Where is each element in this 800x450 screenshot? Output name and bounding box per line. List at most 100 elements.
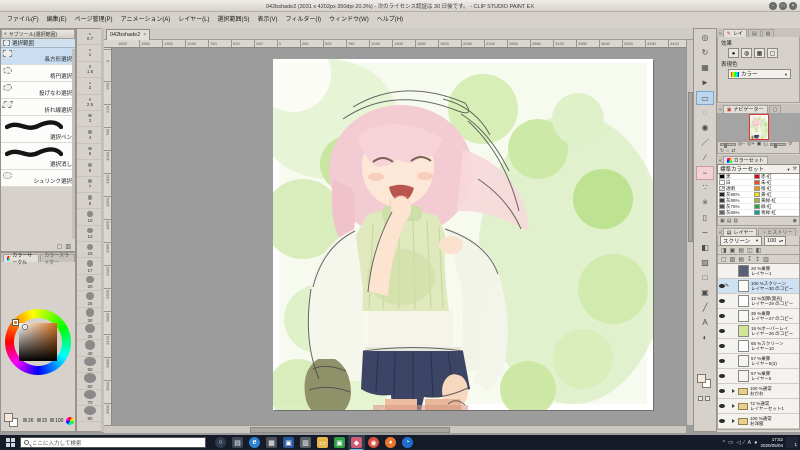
- tool-strip-icon[interactable]: ▯: [696, 211, 714, 225]
- fit-to-screen-icon[interactable]: ▣: [757, 142, 762, 147]
- collapse-icon[interactable]: «: [4, 31, 7, 37]
- layer-thumbnail[interactable]: [738, 265, 749, 277]
- new-folder-icon[interactable]: ▤: [738, 256, 744, 263]
- layer-thumbnail[interactable]: [738, 370, 749, 382]
- tab-navigator[interactable]: ▣ ナビゲーター: [722, 105, 768, 113]
- tray-icon[interactable]: ^: [723, 440, 726, 446]
- tool-strip-icon[interactable]: ∕: [696, 151, 714, 165]
- color-set-dropdown[interactable]: 標準カラーセット ▼ ⚒: [717, 164, 800, 174]
- maximize-button[interactable]: □: [779, 2, 787, 10]
- menu-item[interactable]: フィルター(I): [281, 13, 325, 24]
- blend-mode-dropdown[interactable]: スクリーン ▼: [720, 235, 762, 246]
- effect-icon[interactable]: ●: [728, 48, 739, 58]
- tool-strip-icon[interactable]: ▣: [696, 286, 714, 300]
- taskbar-app-icon[interactable]: ▭: [314, 435, 331, 450]
- layer-thumbnail[interactable]: [738, 295, 749, 307]
- folder-expand-icon[interactable]: [732, 389, 735, 393]
- brush-size-item[interactable]: 17: [77, 258, 103, 275]
- tool-strip-icon[interactable]: ╱: [696, 301, 714, 315]
- rotate-left-icon[interactable]: ↺: [788, 142, 792, 147]
- canvas-hscroll-thumb[interactable]: [250, 427, 450, 433]
- taskbar-app-icon[interactable]: ◕: [382, 435, 399, 450]
- brush-size-item[interactable]: 3: [77, 111, 103, 128]
- layer-thumbnail[interactable]: [738, 325, 749, 337]
- notification-icon[interactable]: 1: [786, 437, 798, 448]
- brush-size-item[interactable]: 60: [77, 373, 103, 390]
- brush-size-item[interactable]: 5: [77, 144, 103, 161]
- zoom-slider[interactable]: [720, 143, 736, 148]
- taskbar-app-icon[interactable]: ◆: [348, 435, 365, 450]
- canvas-vscrollbar[interactable]: [686, 40, 693, 425]
- tray-icon[interactable]: ∕: [744, 440, 745, 446]
- tray-icon[interactable]: ◁: [736, 440, 740, 446]
- layer-name[interactable]: レイヤー1: [751, 271, 771, 277]
- wrench-icon[interactable]: ⚒: [793, 166, 797, 172]
- minimize-button[interactable]: −: [769, 2, 777, 10]
- tab-color-slider[interactable]: カラースライダー: [40, 253, 75, 266]
- brush-size-item[interactable]: 8: [77, 193, 103, 210]
- foreground-color-swatch[interactable]: [4, 413, 13, 422]
- taskbar-clock[interactable]: 17:52 2020/05/04: [760, 437, 783, 448]
- layer-thumbnail[interactable]: [738, 340, 749, 352]
- add-color-icon[interactable]: ▣: [720, 218, 725, 224]
- delete-layer-icon[interactable]: ▥: [763, 256, 769, 263]
- mask-icon[interactable]: ◧: [756, 247, 762, 254]
- layer-thumbnail[interactable]: [738, 280, 749, 292]
- folder-expand-icon[interactable]: [732, 419, 735, 423]
- layer-visibility-eye-icon[interactable]: [719, 404, 725, 408]
- trash-icon[interactable]: ▥: [65, 243, 71, 250]
- brush-size-item[interactable]: 12: [77, 226, 103, 243]
- hue-marker[interactable]: [13, 320, 18, 325]
- rotate-slider[interactable]: [770, 143, 787, 148]
- effect-icon[interactable]: ▦: [754, 48, 765, 58]
- taskbar-app-icon[interactable]: ▥: [297, 435, 314, 450]
- brush-size-item[interactable]: 6: [77, 160, 103, 177]
- close-button[interactable]: ×: [789, 2, 797, 10]
- layer-name[interactable]: レイヤー26 のコピー: [751, 331, 793, 337]
- document-tab-close-icon[interactable]: ×: [143, 32, 146, 38]
- subtool-item[interactable]: 投げなわ選択: [1, 82, 75, 99]
- layer-row[interactable]: ✎ 100 %通常 お洋服: [718, 414, 799, 429]
- replace-color-icon[interactable]: ▤: [727, 218, 732, 224]
- menu-item[interactable]: 編集(E): [43, 13, 71, 24]
- layer-row[interactable]: ✎ 15 %オーバーレイ レイヤー26 のコピー: [718, 324, 799, 339]
- subtool-item[interactable]: 折れ線選択: [1, 99, 75, 116]
- actual-size-icon[interactable]: ◱: [763, 142, 768, 147]
- menu-item[interactable]: ページ管理(P): [71, 13, 117, 24]
- tool-strip-icon[interactable]: ◌: [696, 106, 714, 120]
- brush-size-item[interactable]: 80: [77, 405, 103, 423]
- effect-icon[interactable]: ▢: [767, 48, 778, 58]
- layer-name[interactable]: レイヤー5: [751, 376, 771, 382]
- canvas-paper[interactable]: [254, 48, 669, 420]
- navigator-thumbnail[interactable]: [748, 114, 769, 140]
- brush-size-item[interactable]: 2.5: [77, 95, 103, 111]
- tool-strip-icon[interactable]: ▭: [696, 91, 714, 105]
- layer-row[interactable]: ✎ 57 %乗算 レイヤー5(3): [718, 354, 799, 369]
- layer-name[interactable]: レイヤーセット1: [750, 406, 784, 412]
- tool-strip-icon[interactable]: ►: [696, 76, 714, 90]
- layer-visibility-eye-icon[interactable]: [719, 344, 725, 348]
- tool-strip-icon[interactable]: ▦: [696, 61, 714, 75]
- folder-expand-icon[interactable]: [732, 404, 735, 408]
- layer-name[interactable]: レイヤー30 のコピー: [751, 286, 793, 292]
- menu-item[interactable]: ファイル(F): [3, 13, 43, 24]
- tool-strip-icon[interactable]: ✳: [696, 196, 714, 210]
- tab-layer-property[interactable]: ✎ レイ: [722, 29, 747, 37]
- brush-size-item[interactable]: 4: [77, 127, 103, 144]
- brush-size-item[interactable]: 40: [77, 340, 103, 357]
- tray-icon[interactable]: A: [747, 440, 751, 446]
- layer-name[interactable]: お洋服: [750, 421, 772, 427]
- subtool-item[interactable]: 選択消し: [1, 143, 75, 170]
- layer-row[interactable]: ✎ 100 %スクリーン レイヤー30 のコピー: [718, 279, 799, 294]
- tool-strip-icon[interactable]: ∵: [696, 181, 714, 195]
- rotate-right-icon[interactable]: ↻: [720, 149, 724, 154]
- subtool-group-header[interactable]: 選択範囲: [1, 39, 75, 48]
- canvas-viewport[interactable]: [112, 48, 686, 425]
- layer-row[interactable]: ✎ 57 %乗算 レイヤー5: [718, 369, 799, 384]
- tab-extra-2[interactable]: ▧: [761, 29, 775, 37]
- title-bar[interactable]: 042bshade2 (3031 x 4202px 350dpi 20.3%) …: [0, 0, 800, 12]
- layer-name[interactable]: おかお: [750, 391, 772, 397]
- hue-wheel[interactable]: [5, 309, 71, 375]
- tool-strip-icon[interactable]: ▨: [696, 256, 714, 270]
- layer-thumbnail[interactable]: [738, 355, 749, 367]
